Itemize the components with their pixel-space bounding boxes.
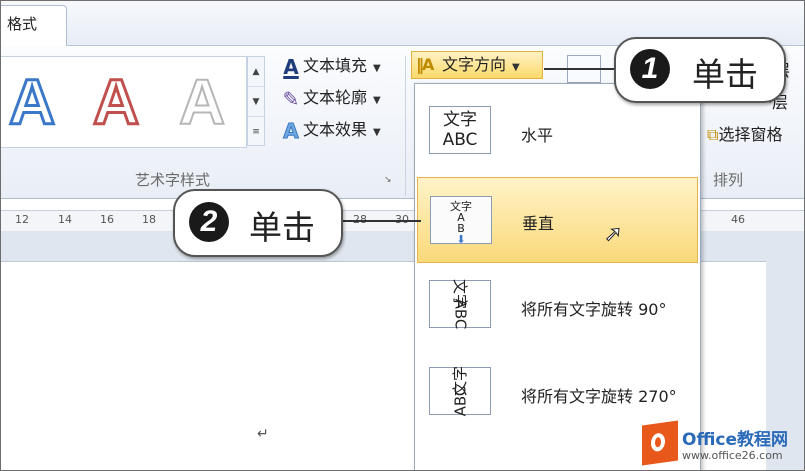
wordart-style-gray[interactable]: A bbox=[178, 57, 226, 147]
text-fill-button[interactable]: A 文本填充 ▼ bbox=[279, 53, 381, 79]
wordart-style-red[interactable]: A bbox=[91, 57, 140, 147]
text-direction-icon: ‖A bbox=[416, 55, 434, 74]
text-outline-button[interactable]: ✎ 文本轮廓 ▼ bbox=[279, 85, 381, 111]
text-direction-menu: 文字 ABC 水平 文字 A B ⬇ 垂直 ➚ 文字 ABC 将所有文字旋转 90° 文字… bbox=[414, 83, 701, 470]
chevron-down-icon: ▼ bbox=[512, 62, 520, 73]
text-fill-icon: A bbox=[283, 54, 299, 79]
menu-item-vertical[interactable]: 文字 A B ⬇ 垂直 ➚ bbox=[417, 177, 698, 263]
tab-format[interactable]: 格式 bbox=[1, 5, 67, 46]
text-outline-icon: ✎ bbox=[282, 86, 300, 111]
gallery-down-icon[interactable]: ▼ bbox=[248, 87, 264, 117]
text-effect-icon: A bbox=[283, 118, 299, 143]
dialog-launcher-icon[interactable]: ↘ bbox=[384, 175, 394, 185]
callout-2: 2 单击 bbox=[173, 189, 343, 257]
gallery-more-icon[interactable]: ≡ bbox=[248, 117, 264, 147]
vertical-text-icon: 文字 A B ⬇ bbox=[430, 196, 492, 245]
text-direction-button[interactable]: ‖A 文字方向 ▼ bbox=[411, 51, 543, 79]
gallery-scrollbar[interactable]: ▲ ▼ ≡ bbox=[247, 56, 265, 146]
wordart-style-gallery[interactable]: A A A bbox=[1, 56, 247, 148]
rotate-270-icon: 文字 ABC bbox=[429, 366, 491, 416]
group-label-wordart: 艺术字样式 bbox=[135, 171, 211, 189]
rotate-90-icon: 文字 ABC bbox=[429, 279, 491, 329]
app-window: 格式 A A A ▲ ▼ ≡ A 文本填充 ▼ ✎ 文本轮廓 ▼ A 文本效果 ▼ 艺术字样… bbox=[0, 0, 805, 471]
office-logo-icon bbox=[642, 420, 678, 466]
callout-1: 1 单击 bbox=[614, 37, 786, 103]
selection-pane-icon: ⧉ bbox=[707, 125, 719, 144]
text-effect-button[interactable]: A 文本效果 ▼ bbox=[279, 117, 381, 143]
callout-2-text: 单击 bbox=[249, 211, 315, 247]
office-watermark-logo: Office教程网 www.office26.com bbox=[642, 420, 802, 469]
chevron-down-icon: ▼ bbox=[373, 127, 381, 138]
chevron-down-icon: ▼ bbox=[373, 95, 381, 106]
wordart-style-blue[interactable]: A bbox=[7, 57, 56, 147]
selection-pane-button[interactable]: ⧉选择窗格 bbox=[707, 121, 782, 145]
horizontal-text-icon: 文字 ABC bbox=[429, 106, 491, 154]
callout-2-line bbox=[341, 220, 421, 222]
paragraph-mark: ↵ bbox=[257, 426, 269, 442]
callout-1-line bbox=[544, 68, 616, 70]
mouse-cursor-icon: ➚ bbox=[603, 222, 623, 248]
chevron-down-icon: ▼ bbox=[373, 63, 381, 74]
menu-item-rotate-90[interactable]: 文字 ABC 将所有文字旋转 90° bbox=[417, 264, 698, 350]
callout-1-number: 1 bbox=[630, 49, 670, 89]
group-label-arrange: 排列 bbox=[713, 171, 744, 189]
group-divider bbox=[405, 56, 406, 196]
gallery-up-icon[interactable]: ▲ bbox=[248, 57, 264, 87]
callout-2-number: 2 bbox=[189, 202, 229, 242]
callout-1-text: 单击 bbox=[692, 58, 758, 94]
